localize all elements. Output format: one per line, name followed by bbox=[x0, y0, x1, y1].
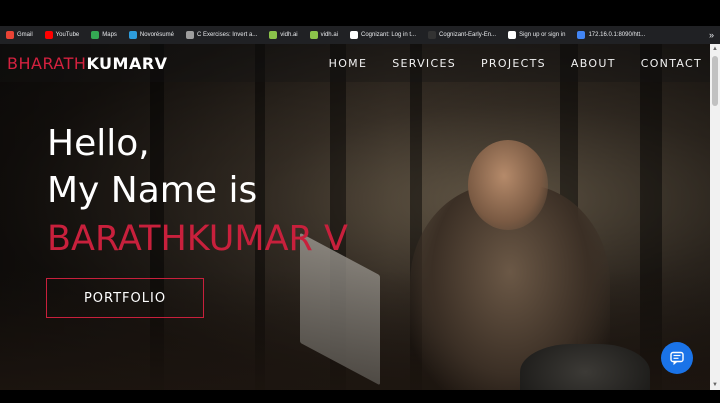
bookmark-item[interactable]: Sign up or sign in bbox=[502, 26, 571, 44]
bookmark-label: Cognizant-Early-En... bbox=[439, 32, 497, 38]
bookmark-item[interactable]: Novorésumé bbox=[123, 26, 180, 44]
bookmark-label: Maps bbox=[102, 32, 117, 38]
bookmark-label: 172.16.0.1:8090/htt... bbox=[588, 32, 646, 38]
nav-home[interactable]: HOME bbox=[329, 57, 368, 70]
w3-icon bbox=[185, 31, 194, 39]
github-icon bbox=[428, 31, 437, 39]
hero-greeting: Hello, bbox=[47, 123, 150, 164]
bookmarks-bar: Gmail YouTube Maps Novorésumé C Exercises: I… bbox=[0, 26, 720, 44]
vidhai-icon bbox=[309, 31, 318, 39]
page-scrollbar[interactable]: ▲ ▼ bbox=[710, 44, 720, 390]
nav-services[interactable]: SERVICES bbox=[392, 57, 456, 70]
nav-about[interactable]: ABOUT bbox=[571, 57, 616, 70]
portfolio-button[interactable]: PORTFOLIO bbox=[46, 278, 204, 318]
bookmark-label: C Exercises: Invert a... bbox=[196, 32, 258, 38]
hero-name: BARATHKUMAR V bbox=[47, 219, 348, 259]
bookmark-item[interactable]: vidh.ai bbox=[304, 26, 344, 44]
bookmark-item[interactable]: C Exercises: Invert a... bbox=[180, 26, 263, 44]
page-icon bbox=[577, 31, 586, 39]
maps-icon bbox=[91, 31, 100, 39]
gmail-icon bbox=[6, 31, 14, 39]
chat-icon bbox=[670, 351, 684, 366]
bookmark-label: Gmail bbox=[17, 32, 33, 38]
nav-menu: HOME SERVICES PROJECTS ABOUT CONTACT bbox=[329, 57, 702, 70]
youtube-icon bbox=[44, 31, 53, 39]
cognizant-icon bbox=[349, 31, 358, 39]
bookmark-label: YouTube bbox=[55, 32, 80, 38]
bookmark-label: Novorésumé bbox=[139, 32, 174, 38]
chat-widget-button[interactable] bbox=[661, 342, 693, 374]
bookmark-item[interactable]: vidh.ai bbox=[263, 26, 303, 44]
scroll-thumb[interactable] bbox=[712, 56, 718, 106]
bookmark-item[interactable]: Maps bbox=[85, 26, 123, 44]
bookmark-item[interactable]: YouTube bbox=[39, 26, 86, 44]
page-viewport: BHARATHKUMARV HOME SERVICES PROJECTS ABO… bbox=[0, 44, 710, 390]
vidhai-icon bbox=[269, 31, 278, 39]
bookmark-item[interactable]: 172.16.0.1:8090/htt... bbox=[571, 26, 651, 44]
background-bag bbox=[520, 344, 650, 390]
bookmark-label: Sign up or sign in bbox=[519, 32, 566, 38]
bookmark-item[interactable]: Gmail bbox=[0, 26, 39, 44]
brand-part-1: BHARATH bbox=[7, 54, 87, 73]
bookmark-item[interactable]: Cognizant-Early-En... bbox=[422, 26, 502, 44]
novoresume-icon bbox=[128, 31, 137, 39]
hero-intro: My Name is bbox=[47, 170, 258, 211]
bookmark-label: Cognizant: Log in t... bbox=[360, 32, 417, 38]
brand-part-2: KUMARV bbox=[86, 54, 168, 73]
scroll-down-arrow-icon[interactable]: ▼ bbox=[710, 380, 720, 390]
site-navbar: BHARATHKUMARV HOME SERVICES PROJECTS ABO… bbox=[0, 44, 710, 82]
globe-icon bbox=[508, 31, 517, 39]
bookmark-label: vidh.ai bbox=[320, 32, 338, 38]
bookmark-label: vidh.ai bbox=[280, 32, 298, 38]
nav-projects[interactable]: PROJECTS bbox=[481, 57, 546, 70]
scroll-up-arrow-icon[interactable]: ▲ bbox=[710, 44, 720, 54]
bookmarks-more-button[interactable]: » bbox=[709, 26, 714, 44]
background-person-head bbox=[468, 140, 548, 230]
brand-logo[interactable]: BHARATHKUMARV bbox=[7, 54, 168, 73]
nav-contact[interactable]: CONTACT bbox=[641, 57, 702, 70]
bookmark-item[interactable]: Cognizant: Log in t... bbox=[344, 26, 422, 44]
bottom-strip bbox=[0, 390, 720, 403]
